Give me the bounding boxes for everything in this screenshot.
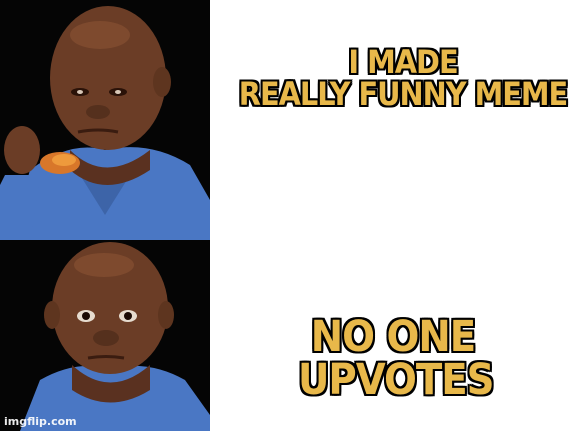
top-caption-line-1: I MADE — [348, 43, 458, 81]
bottom-caption: NO ONE UPVOTES — [298, 312, 495, 405]
bottom-reaction-image — [0, 240, 210, 431]
bottom-caption-line-2: UPVOTES — [298, 355, 495, 405]
top-caption-line-2: REALLY FUNNY MEME — [238, 75, 568, 113]
hand — [4, 126, 40, 174]
top-reaction-image — [0, 0, 210, 240]
imgflip-watermark: imgflip.com — [4, 415, 77, 428]
top-caption: I MADE REALLY FUNNY MEME — [238, 46, 568, 110]
meme-canvas: I MADE REALLY FUNNY MEME NO ONE UPVOTES … — [0, 0, 579, 431]
bottom-caption-line-1: NO ONE — [310, 312, 476, 362]
